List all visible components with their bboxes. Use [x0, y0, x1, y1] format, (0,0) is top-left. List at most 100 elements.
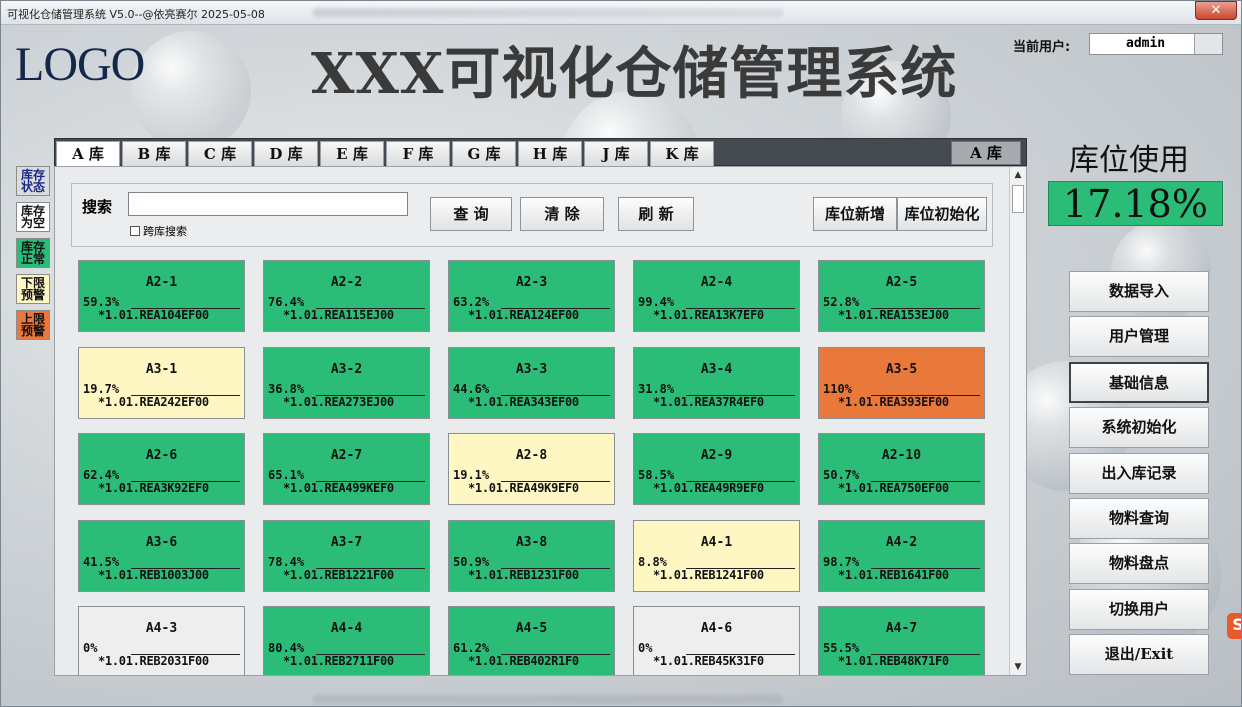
- warehouse-tab-bar: A 库 A 库B 库C 库D 库E 库F 库G 库H 库J 库K 库: [54, 138, 1027, 167]
- slot-card[interactable]: A3-6 41.5% *1.01.REB1003J00: [78, 519, 245, 592]
- slot-material-code: *1.01.REA37R4EF0: [653, 394, 764, 409]
- slot-card[interactable]: A4-1 8.8% *1.01.REB1241F00: [633, 519, 800, 592]
- init-slot-button[interactable]: 库位初始化: [897, 197, 987, 231]
- slot-card[interactable]: A4-4 80.4% *1.01.REB2711F00: [263, 606, 430, 675]
- search-input[interactable]: [128, 192, 408, 216]
- slot-percent: 62.4%: [83, 468, 120, 482]
- floating-widget-icon[interactable]: S: [1227, 613, 1241, 639]
- tab-warehouse[interactable]: J 库: [584, 141, 648, 167]
- side-button[interactable]: 基础信息: [1069, 361, 1209, 403]
- tab-warehouse[interactable]: G 库: [452, 141, 516, 167]
- slot-card[interactable]: A2-10 50.7% *1.01.REA750EF00: [818, 433, 985, 505]
- tab-warehouse[interactable]: K 库: [650, 141, 714, 167]
- slot-divider: [686, 394, 795, 396]
- slot-card[interactable]: A3-4 31.8% *1.01.REA37R4EF0: [633, 346, 800, 419]
- tab-warehouse[interactable]: H 库: [518, 141, 582, 167]
- slot-id: A2-10: [881, 448, 922, 463]
- slot-id: A3-1: [145, 361, 178, 377]
- slot-id: A4-1: [700, 534, 733, 550]
- slot-card[interactable]: A2-1 59.3% *1.01.REA104EF00: [78, 260, 245, 332]
- slot-card[interactable]: A2-7 65.1% *1.01.REA499KEF0: [263, 433, 430, 505]
- scroll-down-icon[interactable]: ▼: [1010, 659, 1026, 675]
- tab-warehouse[interactable]: D 库: [254, 141, 318, 167]
- slot-id: A3-3: [515, 361, 548, 377]
- side-button[interactable]: 切换用户: [1069, 588, 1209, 630]
- slot-card[interactable]: A2-4 99.4% *1.01.REA13K7EF0: [633, 260, 800, 332]
- slot-material-code: *1.01.REB2031F00: [98, 654, 209, 668]
- slot-material-code: *1.01.REA115EJ00: [283, 308, 394, 322]
- legend-item: 库存为空: [16, 202, 50, 232]
- add-slot-button[interactable]: 库位新增: [813, 197, 897, 231]
- slot-material-code: *1.01.REB48K71F0: [838, 654, 949, 668]
- refresh-button[interactable]: 刷 新: [618, 197, 694, 231]
- slot-divider: [871, 567, 980, 569]
- slot-card[interactable]: A2-3 63.2% *1.01.REA124EF00: [448, 260, 615, 332]
- slot-card[interactable]: A3-5 110% *1.01.REA393EF00: [818, 346, 985, 419]
- slot-percent: 98.7%: [823, 554, 860, 569]
- app-window: 可视化仓储管理系统 V5.0--@依亮赛尔 2025-05-08 ✕ LOGO …: [0, 0, 1242, 707]
- slot-percent: 44.6%: [453, 381, 490, 396]
- slot-divider: [316, 308, 425, 309]
- slot-card[interactable]: A4-3 0% *1.01.REB2031F00: [78, 606, 245, 675]
- side-button[interactable]: 物料查询: [1069, 498, 1209, 539]
- slot-card[interactable]: A3-8 50.9% *1.01.REB1231F00: [448, 519, 615, 592]
- slot-material-code: *1.01.REA13K7EF0: [653, 308, 764, 322]
- slot-card[interactable]: A2-9 58.5% *1.01.REA49R9EF0: [633, 433, 800, 505]
- side-button[interactable]: 数据导入: [1069, 271, 1209, 312]
- tab-warehouse[interactable]: B 库: [122, 141, 186, 167]
- slot-card[interactable]: A3-3 44.6% *1.01.REA343EF00: [448, 346, 615, 419]
- slot-divider: [501, 394, 610, 396]
- tab-warehouse[interactable]: E 库: [320, 141, 384, 167]
- side-button[interactable]: 系统初始化: [1069, 407, 1209, 449]
- cross-search-checkbox[interactable]: 跨库搜索: [130, 223, 187, 239]
- slot-divider: [131, 481, 240, 482]
- slot-card[interactable]: A3-1 19.7% *1.01.REA242EF00: [78, 346, 245, 419]
- checkbox-icon[interactable]: [130, 226, 140, 236]
- tab-warehouse[interactable]: A 库: [56, 141, 120, 167]
- side-button[interactable]: 退出/Exit: [1069, 634, 1209, 676]
- slot-divider: [871, 481, 980, 482]
- slot-material-code: *1.01.REA343EF00: [468, 394, 579, 409]
- legend-item: 上限预警: [16, 310, 50, 340]
- slot-card[interactable]: A2-6 62.4% *1.01.REA3K92EF0: [78, 433, 245, 505]
- slot-id: A3-7: [330, 534, 363, 550]
- slot-material-code: *1.01.REA393EF00: [838, 394, 949, 409]
- scroll-thumb[interactable]: [1012, 185, 1024, 213]
- slot-id: A2-1: [145, 275, 178, 290]
- slot-percent: 78.4%: [268, 554, 305, 569]
- slot-material-code: *1.01.REA3K92EF0: [98, 481, 209, 495]
- slot-id: A2-4: [700, 275, 733, 290]
- tab-warehouse[interactable]: F 库: [386, 141, 450, 167]
- slot-id: A2-6: [145, 448, 178, 463]
- slot-card[interactable]: A3-7 78.4% *1.01.REB1221F00: [263, 519, 430, 592]
- user-dropdown-button[interactable]: [1194, 34, 1222, 54]
- slot-panel-scrollbar[interactable]: ▲ ▼: [1009, 167, 1026, 675]
- slot-material-code: *1.01.REB45K31F0: [653, 654, 764, 668]
- slot-card[interactable]: A4-2 98.7% *1.01.REB1641F00: [818, 519, 985, 592]
- current-user-field[interactable]: admin: [1089, 33, 1223, 55]
- slot-card[interactable]: A2-2 76.4% *1.01.REA115EJ00: [263, 260, 430, 332]
- slot-divider: [316, 567, 425, 569]
- slot-card[interactable]: A4-5 61.2% *1.01.REB402R1F0: [448, 606, 615, 675]
- slot-id: A3-6: [145, 534, 178, 550]
- background-bubble: [131, 31, 251, 151]
- tab-warehouse[interactable]: C 库: [188, 141, 252, 167]
- side-button[interactable]: 用户管理: [1069, 316, 1209, 358]
- side-button[interactable]: 物料盘点: [1069, 543, 1209, 585]
- scroll-up-icon[interactable]: ▲: [1010, 167, 1026, 183]
- slot-material-code: *1.01.REA153EJ00: [838, 308, 949, 322]
- slot-card[interactable]: A4-7 55.5% *1.01.REB48K71F0: [818, 606, 985, 675]
- slot-card[interactable]: A2-5 52.8% *1.01.REA153EJ00: [818, 260, 985, 332]
- slot-id: A2-3: [515, 275, 548, 290]
- slot-card[interactable]: A4-6 0% *1.01.REB45K31F0: [633, 606, 800, 675]
- query-button[interactable]: 查 询: [430, 197, 512, 231]
- clear-button[interactable]: 清 除: [520, 197, 604, 231]
- side-button[interactable]: 出入库记录: [1069, 452, 1209, 494]
- usage-value: 17.18%: [1048, 181, 1223, 226]
- slot-card[interactable]: A3-2 36.8% *1.01.REA273EJ00: [263, 346, 430, 419]
- slot-divider: [131, 567, 240, 569]
- close-button[interactable]: ✕: [1195, 1, 1237, 20]
- slot-percent: 19.1%: [453, 468, 490, 482]
- slot-card[interactable]: A2-8 19.1% *1.01.REA49K9EF0: [448, 433, 615, 505]
- slot-material-code: *1.01.REA49R9EF0: [653, 481, 764, 495]
